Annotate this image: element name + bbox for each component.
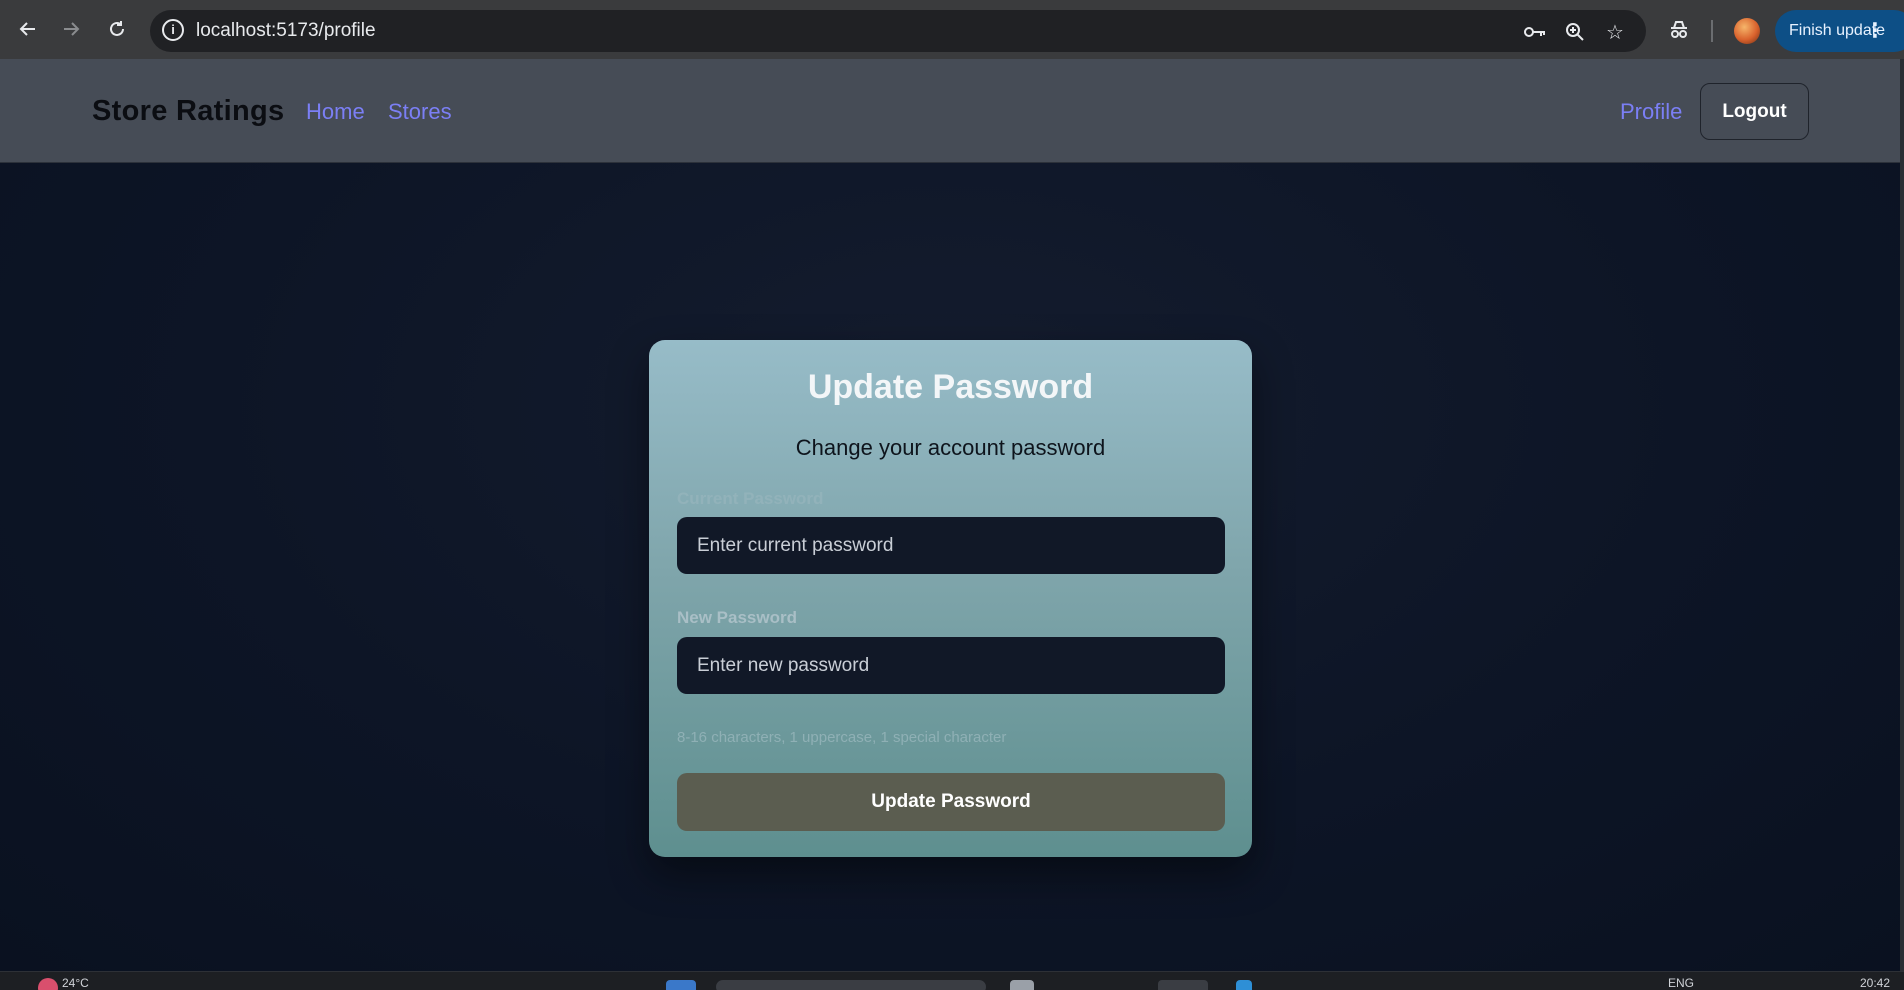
more-vert-icon[interactable]: ⋮ bbox=[1865, 10, 1885, 52]
toolbar-divider bbox=[1711, 20, 1713, 42]
new-password-input[interactable] bbox=[677, 637, 1225, 694]
site-info-icon[interactable]: i bbox=[162, 19, 184, 41]
card-subtitle: Change your account password bbox=[795, 435, 1106, 460]
brand-logo[interactable]: Store Ratings bbox=[92, 95, 284, 128]
nav-link-stores[interactable]: Stores bbox=[388, 99, 452, 125]
update-password-button[interactable]: Update Password bbox=[677, 773, 1225, 831]
password-hint: 8-16 characters, 1 uppercase, 1 special … bbox=[677, 729, 1007, 746]
app-navbar: Store Ratings Home Stores Profile Logout bbox=[0, 59, 1904, 163]
reload-icon[interactable] bbox=[101, 13, 133, 45]
taskbar-temperature[interactable]: 24°C bbox=[62, 976, 89, 990]
nav-link-home[interactable]: Home bbox=[306, 99, 365, 125]
current-password-label: Current Password bbox=[677, 489, 824, 508]
finish-update-button[interactable]: Finish update ⋮ bbox=[1775, 10, 1904, 52]
os-taskbar: 24°C ENG 20:42 bbox=[0, 971, 1904, 990]
bookmark-star-icon[interactable]: ☆ bbox=[1602, 19, 1628, 45]
current-password-input[interactable] bbox=[677, 517, 1225, 574]
zoom-icon[interactable] bbox=[1562, 19, 1588, 45]
password-key-icon[interactable] bbox=[1522, 19, 1548, 45]
main-content: Update Password Change your account pass… bbox=[0, 163, 1904, 971]
nav-link-profile[interactable]: Profile bbox=[1620, 99, 1682, 125]
address-bar[interactable]: i localhost:5173/profile ☆ bbox=[150, 10, 1646, 52]
update-password-card: Update Password Change your account pass… bbox=[649, 340, 1252, 857]
forward-arrow-icon[interactable] bbox=[55, 13, 87, 45]
weather-icon[interactable] bbox=[38, 978, 58, 990]
back-arrow-icon[interactable] bbox=[12, 13, 44, 45]
profile-avatar[interactable] bbox=[1734, 18, 1760, 44]
url-text[interactable]: localhost:5173/profile bbox=[196, 20, 376, 42]
scrollbar[interactable] bbox=[1900, 59, 1904, 971]
taskbar-clock[interactable]: 20:42 bbox=[1860, 976, 1890, 990]
taskbar-language[interactable]: ENG bbox=[1668, 976, 1694, 990]
card-title: Update Password bbox=[807, 368, 1094, 406]
logout-button[interactable]: Logout bbox=[1700, 83, 1809, 140]
incognito-icon[interactable] bbox=[1665, 16, 1693, 44]
new-password-label: New Password bbox=[677, 608, 797, 627]
browser-toolbar: i localhost:5173/profile ☆ Finish update… bbox=[0, 0, 1904, 59]
